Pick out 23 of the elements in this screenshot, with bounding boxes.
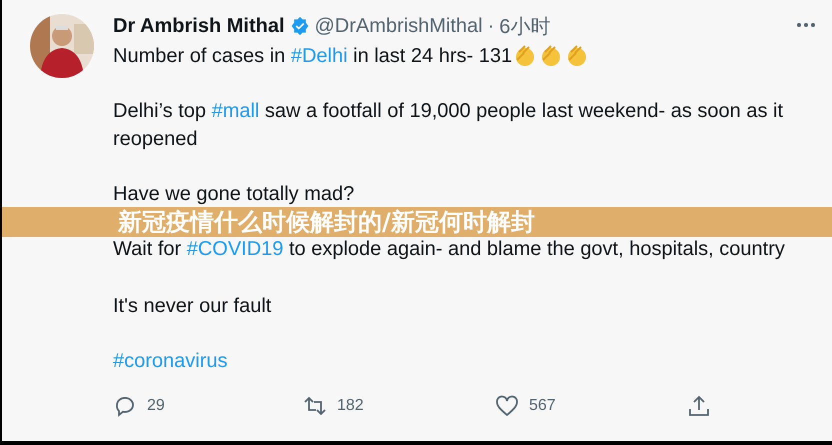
heart-icon[interactable] bbox=[495, 394, 519, 418]
reply-icon[interactable] bbox=[113, 394, 137, 418]
action-count: 29 bbox=[147, 397, 165, 415]
action-count: 567 bbox=[529, 397, 556, 415]
action-count: 182 bbox=[337, 397, 364, 415]
author-handle[interactable]: @DrAmbrishMithal bbox=[314, 14, 483, 38]
retweet-icon[interactable] bbox=[303, 394, 327, 418]
separator-dot: · bbox=[488, 14, 494, 38]
hashtag-link[interactable]: #coronavirus bbox=[113, 350, 228, 372]
tweet-text: Have we gone totally mad? bbox=[113, 182, 356, 207]
tweet-text: Delhi’s top #mall saw a footfall of 19,000 people last weekend- as soon as it reopened bbox=[113, 99, 784, 152]
author-name[interactable]: Dr Ambrish Mithal bbox=[113, 14, 284, 38]
hashtag-link[interactable]: #COVID19 bbox=[186, 238, 284, 260]
tweet-text: It's never our fault bbox=[113, 294, 272, 319]
tweet-text: Number of cases in #Delhi in last 24 hrs- 131 bbox=[113, 42, 813, 70]
hashtag-link[interactable]: #mall bbox=[212, 100, 260, 122]
verified-badge-icon bbox=[290, 16, 310, 36]
share-icon[interactable] bbox=[687, 394, 711, 418]
more-options-icon[interactable] bbox=[796, 22, 816, 28]
post-time[interactable]: 6小时 bbox=[499, 12, 550, 40]
hashtag-link[interactable]: #Delhi bbox=[290, 45, 348, 67]
tweet-text: Wait for #COVID19 to explode again- and blame the govt, hospitals, country bbox=[113, 237, 786, 262]
banner-title: 新冠疫情什么时候解封的/新冠何时解封 bbox=[118, 208, 535, 236]
